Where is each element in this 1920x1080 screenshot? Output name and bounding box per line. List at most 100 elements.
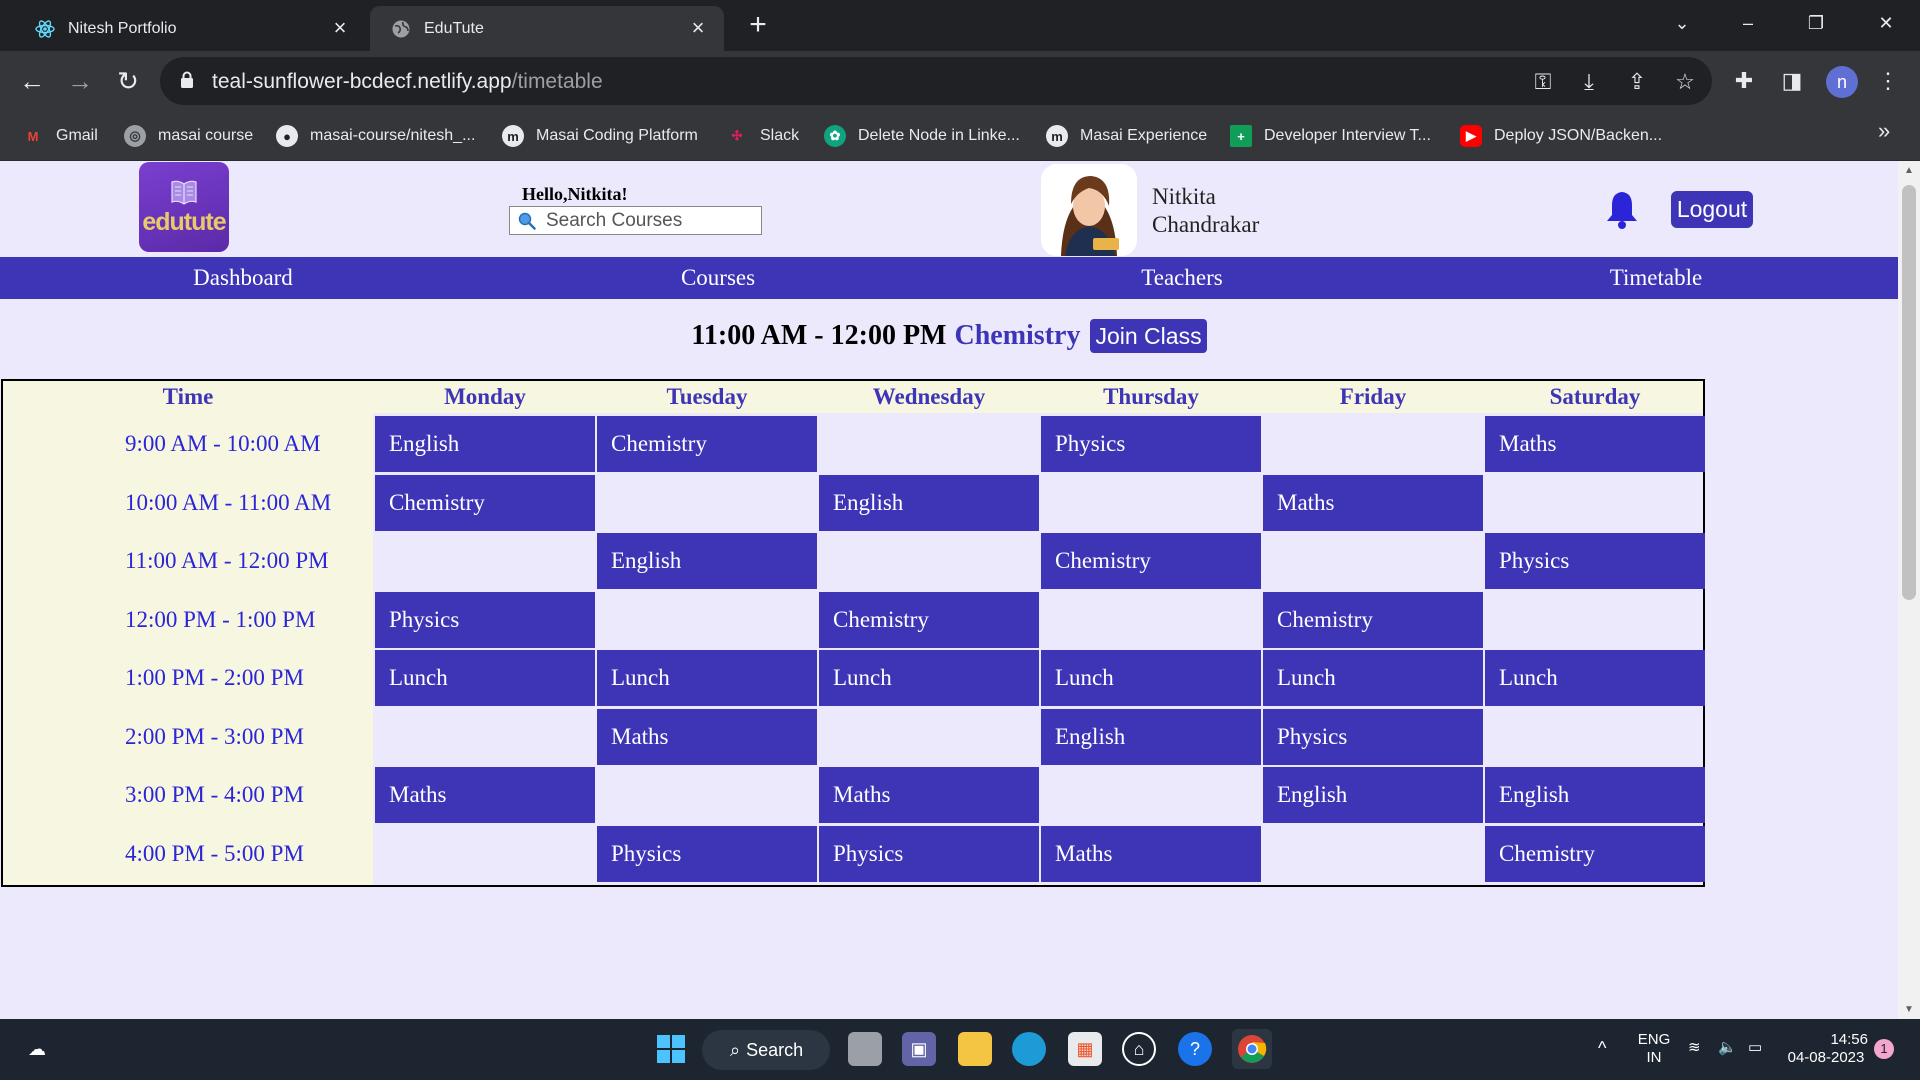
bookmark-masai-experience[interactable]: m Masai Experience [1046, 123, 1207, 149]
install-icon[interactable]: ⤓ [1576, 69, 1602, 95]
nav-courses[interactable]: Courses [568, 257, 868, 299]
clock[interactable]: 14:56 04-08-2023 [1784, 1031, 1868, 1067]
bookmark-developer-interview[interactable]: + Developer Interview T... [1230, 123, 1431, 149]
bookmark-slack[interactable]: ✣ Slack [726, 123, 800, 149]
timetable-class-cell[interactable]: Maths [819, 767, 1039, 823]
timetable-class-cell[interactable]: Chemistry [1485, 825, 1705, 882]
share-icon[interactable]: ⇪ [1624, 69, 1650, 95]
timetable-empty-cell [1485, 709, 1705, 765]
timetable-class-cell[interactable]: Lunch [1041, 650, 1261, 706]
bookmark-label: masai course [158, 127, 254, 144]
time-slot: 1:00 PM - 2:00 PM [125, 665, 304, 690]
timetable-class-cell[interactable]: Chemistry [597, 416, 817, 472]
close-tab-icon[interactable]: × [686, 16, 710, 41]
close-window-icon[interactable]: ✕ [1866, 8, 1906, 38]
logout-button[interactable]: Logout [1671, 191, 1753, 228]
profile-avatar[interactable]: n [1826, 66, 1858, 98]
timetable-class-cell[interactable]: Lunch [1263, 650, 1483, 706]
timetable-class-cell[interactable]: English [375, 416, 595, 472]
scroll-thumb[interactable] [1902, 185, 1916, 600]
timetable-class-cell[interactable]: Physics [1485, 533, 1705, 589]
scroll-down-icon[interactable]: ▼ [1902, 1004, 1916, 1015]
timetable-class-cell[interactable]: English [1485, 767, 1705, 823]
volume-icon[interactable]: 🔈 [1718, 1039, 1737, 1057]
search-courses-field[interactable] [509, 206, 762, 235]
page-scrollbar[interactable]: ▲ ▼ [1898, 161, 1920, 1019]
reload-icon[interactable]: ↻ [112, 65, 144, 97]
timetable-class-cell[interactable]: Lunch [819, 650, 1039, 706]
timetable-class-cell[interactable]: Maths [1041, 825, 1261, 882]
weather-icon[interactable]: ☁ [20, 1032, 54, 1066]
nav-timetable[interactable]: Timetable [1506, 257, 1806, 299]
notification-bell-icon[interactable] [1604, 189, 1640, 229]
bookmark-masai-course[interactable]: ◎ masai course [124, 123, 253, 149]
help-icon[interactable]: ? [1178, 1032, 1212, 1066]
nav-teachers[interactable]: Teachers [1032, 257, 1332, 299]
tab-edutute[interactable]: EduTute × [370, 6, 724, 51]
bookmark-chatgpt[interactable]: ✿ Delete Node in Linke... [824, 123, 1020, 149]
minimize-icon[interactable]: – [1728, 8, 1768, 38]
bookmark-star-icon[interactable]: ☆ [1672, 69, 1698, 95]
timetable-class-cell[interactable]: Maths [375, 767, 595, 823]
tray-chevron-icon[interactable]: ^ [1598, 1039, 1606, 1057]
timetable-class-cell[interactable]: Chemistry [375, 474, 595, 531]
timetable-class-cell[interactable]: Chemistry [819, 591, 1039, 648]
wifi-icon[interactable]: ≋ [1688, 1039, 1701, 1057]
user-last-name: Chandrakar [1152, 212, 1260, 237]
timetable-empty-cell [597, 475, 817, 531]
bookmarks-overflow-icon[interactable]: » [1878, 118, 1890, 144]
app-icon[interactable]: ⌂ [1122, 1032, 1156, 1066]
close-tab-icon[interactable]: × [328, 16, 352, 41]
timetable-class-cell[interactable]: Physics [1263, 708, 1483, 765]
tab-search-chevron-icon[interactable]: ⌄ [1662, 8, 1702, 38]
task-view-icon[interactable] [848, 1032, 882, 1066]
store-icon[interactable]: ▦ [1068, 1032, 1102, 1066]
file-explorer-icon[interactable] [958, 1032, 992, 1066]
timetable-class-cell[interactable]: Lunch [375, 650, 595, 706]
timetable-class-cell[interactable]: English [1263, 767, 1483, 823]
edutute-logo[interactable]: edutute [139, 162, 229, 252]
notification-badge[interactable]: 1 [1874, 1039, 1894, 1059]
search-courses-input[interactable] [546, 209, 756, 232]
battery-icon[interactable]: ▭ [1748, 1039, 1762, 1057]
windows-start-icon[interactable] [654, 1032, 688, 1066]
extensions-icon[interactable]: ✚ [1728, 65, 1760, 97]
side-panel-icon[interactable]: ◨ [1776, 65, 1808, 97]
timetable-class-cell[interactable]: Chemistry [1263, 591, 1483, 648]
bookmark-deploy-json[interactable]: ▶ Deploy JSON/Backen... [1460, 123, 1662, 149]
forward-icon[interactable]: → [64, 65, 96, 97]
timetable-class-cell[interactable]: English [819, 474, 1039, 531]
timetable-class-cell[interactable]: Lunch [1485, 650, 1705, 706]
timetable-class-cell[interactable]: Chemistry [1041, 533, 1261, 589]
timetable-class-cell[interactable]: Physics [375, 591, 595, 648]
language-indicator[interactable]: ENG IN [1634, 1031, 1674, 1067]
join-class-button[interactable]: Join Class [1090, 319, 1207, 353]
address-bar[interactable]: teal-sunflower-bcdecf.netlify.app/timeta… [160, 57, 1712, 105]
taskbar-search[interactable]: ⌕ Search [702, 1030, 830, 1070]
bookmark-gmail[interactable]: M Gmail [22, 123, 98, 149]
bookmark-masai-coding[interactable]: m Masai Coding Platform [502, 123, 698, 149]
scroll-up-icon[interactable]: ▲ [1902, 165, 1916, 176]
timetable-class-cell[interactable]: Physics [819, 825, 1039, 882]
timetable-class-cell[interactable]: Maths [597, 708, 817, 765]
user-avatar[interactable] [1041, 164, 1137, 256]
bookmark-github[interactable]: ● masai-course/nitesh_... [276, 123, 475, 149]
timetable-class-cell[interactable]: English [597, 533, 817, 589]
timetable-class-cell[interactable]: Physics [597, 825, 817, 882]
timetable-class-cell[interactable]: Maths [1485, 416, 1705, 472]
timetable-class-cell[interactable]: English [1041, 708, 1261, 765]
chrome-icon[interactable] [1232, 1029, 1272, 1069]
tab-nitesh-portfolio[interactable]: Nitesh Portfolio × [14, 6, 366, 51]
key-icon[interactable]: ⚿ [1530, 69, 1556, 95]
teams-chat-icon[interactable]: ▣ [902, 1032, 936, 1066]
timetable-class-cell[interactable]: Physics [1041, 416, 1261, 472]
new-tab-icon[interactable]: + [742, 10, 774, 42]
menu-kebab-icon[interactable]: ⋮ [1872, 65, 1904, 97]
timetable-class-cell[interactable]: Lunch [597, 650, 817, 706]
user-name: Nitkita Chandrakar [1152, 183, 1259, 239]
restore-icon[interactable]: ❐ [1796, 8, 1836, 38]
back-icon[interactable]: ← [16, 65, 48, 97]
nav-dashboard[interactable]: Dashboard [93, 257, 393, 299]
timetable-class-cell[interactable]: Maths [1263, 474, 1483, 531]
edge-icon[interactable] [1012, 1032, 1046, 1066]
